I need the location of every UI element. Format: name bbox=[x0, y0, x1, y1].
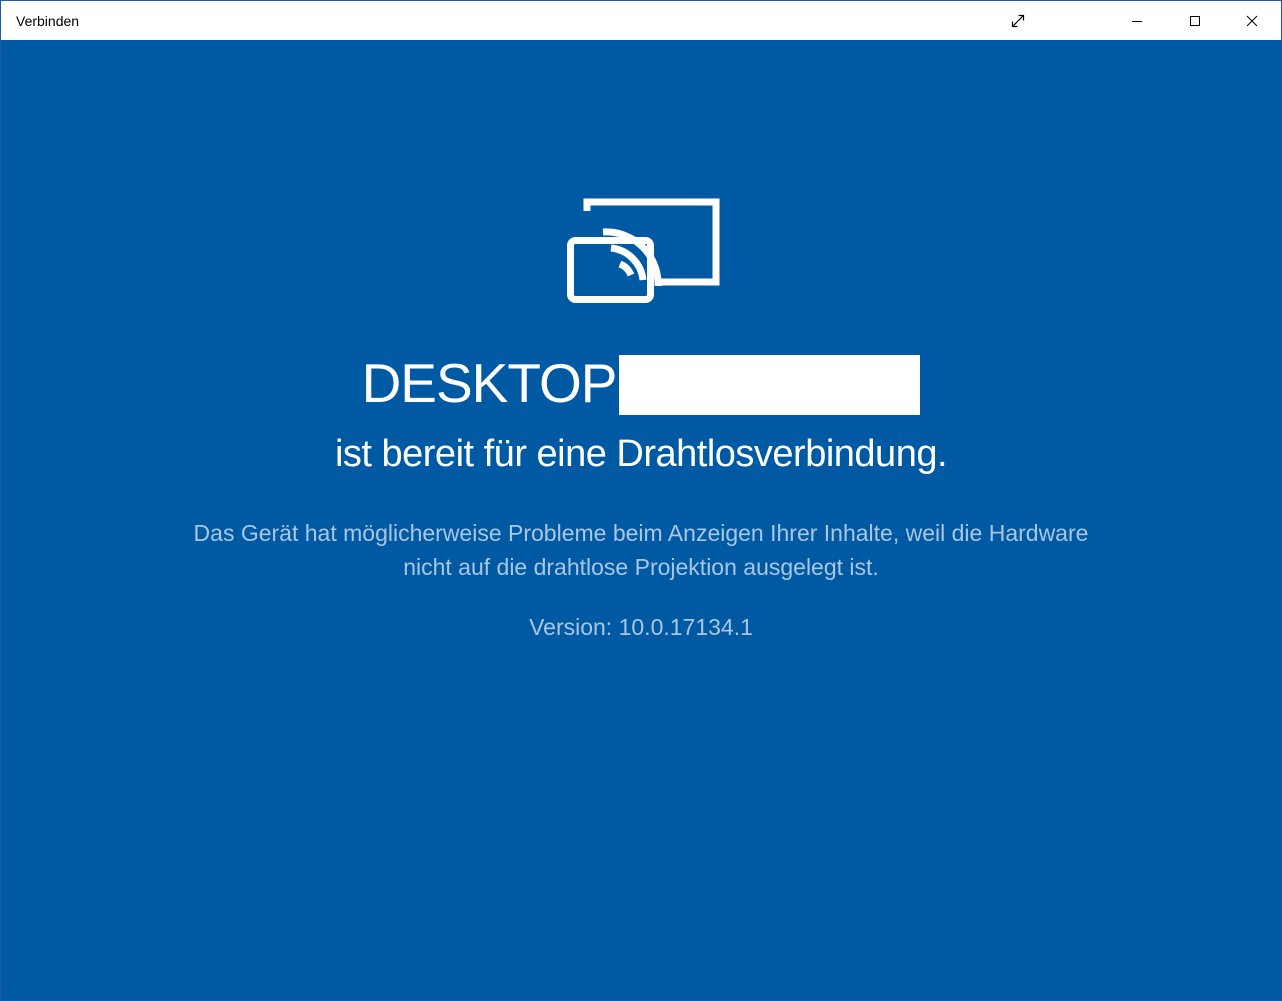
device-name-line: DESKTOP bbox=[1, 350, 1281, 416]
redacted-device-suffix bbox=[619, 355, 921, 415]
ready-status-text: ist bereit für eine Drahtlosverbindung. bbox=[334, 433, 948, 475]
title-bar[interactable]: Verbinden bbox=[1, 1, 1281, 40]
hardware-warning-text: Das Gerät hat möglicherweise Probleme be… bbox=[193, 520, 1089, 580]
minimize-button[interactable] bbox=[1114, 1, 1160, 40]
fullscreen-button[interactable] bbox=[995, 1, 1041, 40]
maximize-icon bbox=[1189, 15, 1201, 27]
version-text: Version: 10.0.17134.1 bbox=[529, 614, 753, 640]
close-icon bbox=[1246, 15, 1258, 27]
wireless-projection-icon bbox=[563, 198, 723, 313]
device-name: DESKTOP bbox=[361, 352, 618, 414]
close-button[interactable] bbox=[1229, 1, 1275, 40]
connect-app-window: Verbinden DESKTOP ist bereit für eine Dr… bbox=[0, 0, 1282, 1001]
main-content: DESKTOP ist bereit für eine Drahtlosverb… bbox=[1, 40, 1281, 1000]
window-title: Verbinden bbox=[16, 13, 80, 29]
fullscreen-expand-icon bbox=[1010, 13, 1026, 29]
maximize-button[interactable] bbox=[1172, 1, 1218, 40]
minimize-icon bbox=[1131, 15, 1143, 27]
